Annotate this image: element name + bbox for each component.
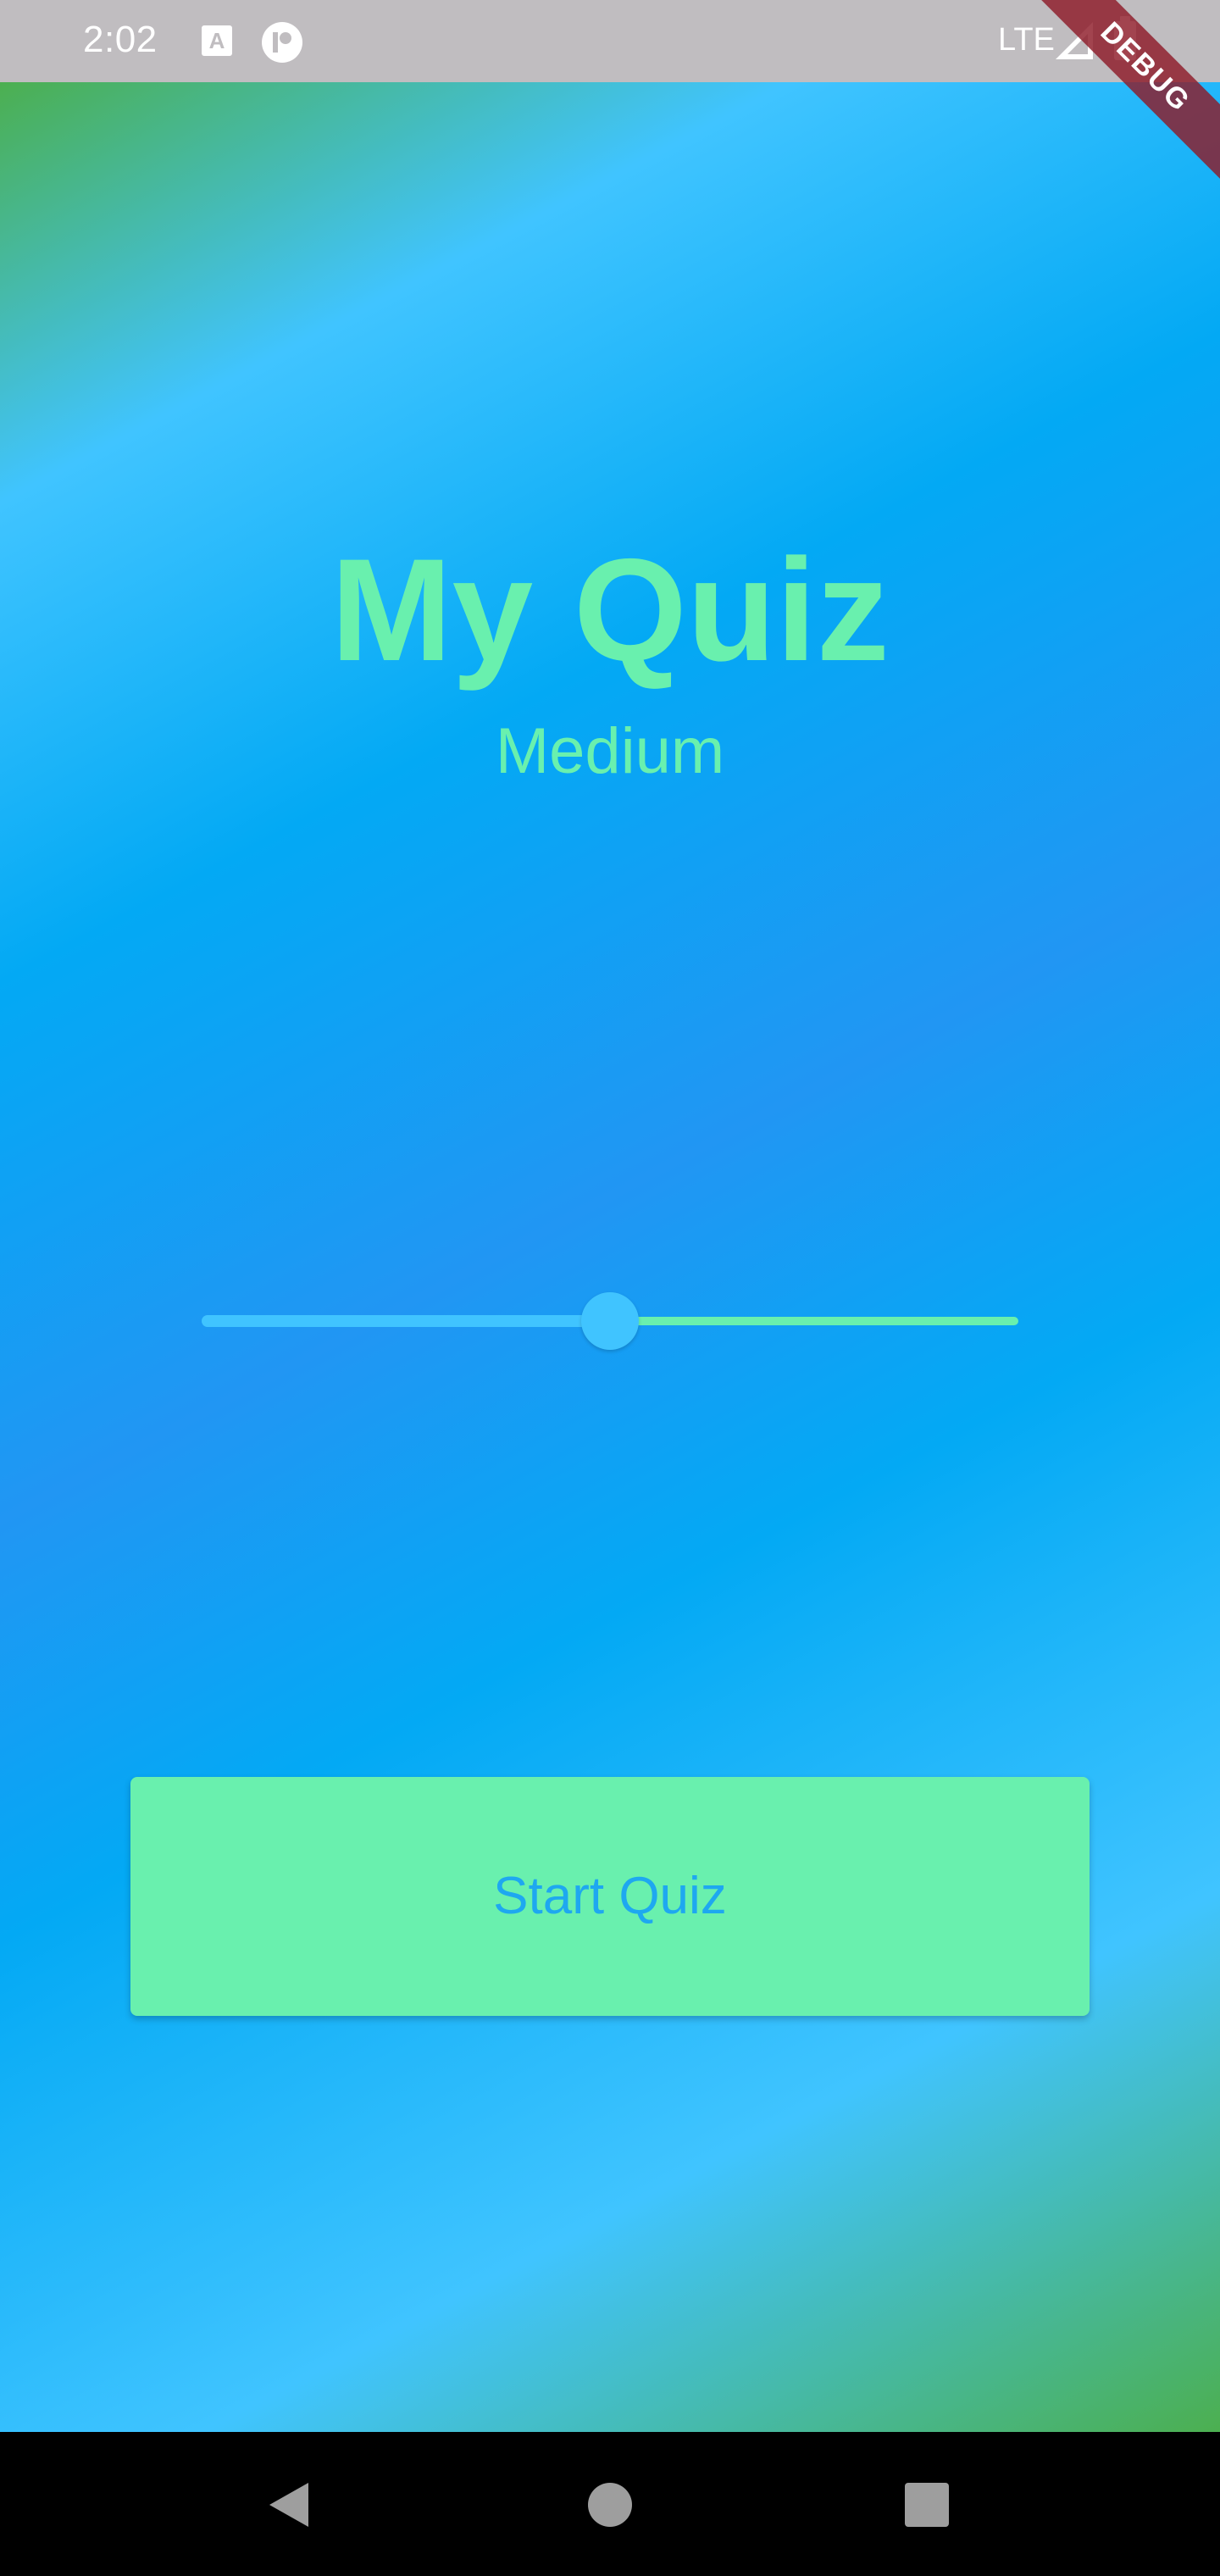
network-type-label: LTE [998, 22, 1055, 58]
status-time: 2:02 [83, 19, 158, 60]
status-bar: 2:02 A LTE [0, 0, 1220, 82]
app-body: My Quiz Medium Start Quiz [0, 82, 1220, 2432]
slider-track-active [202, 1315, 610, 1327]
page-title: My Quiz [330, 529, 890, 691]
start-quiz-button[interactable]: Start Quiz [130, 1777, 1090, 2016]
slider-thumb[interactable] [581, 1292, 639, 1350]
back-icon[interactable] [266, 2481, 313, 2529]
difficulty-slider[interactable] [198, 1287, 1022, 1355]
a-notification-icon: A [202, 25, 232, 56]
navigation-bar [0, 2432, 1220, 2576]
recents-icon[interactable] [905, 2483, 949, 2527]
home-icon[interactable] [588, 2483, 632, 2527]
difficulty-label: Medium [495, 715, 725, 787]
slider-track-inactive [610, 1317, 1018, 1325]
screen: 2:02 A LTE DEBUG My Quiz Medium Start Qu… [0, 0, 1220, 2576]
circle-app-icon [262, 22, 302, 63]
